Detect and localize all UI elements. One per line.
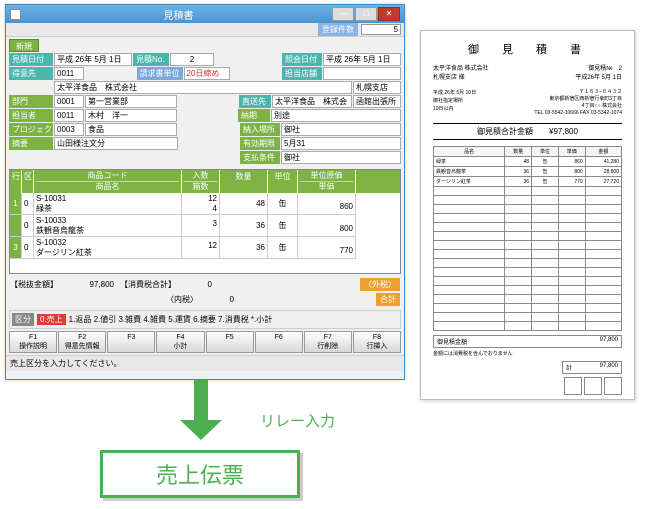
doc-stamps <box>433 377 622 395</box>
function-keys: F1操作説明 F2得意先情報 F3 F4小計 F5 F6 F7行削除 F8行挿入 <box>9 331 401 353</box>
f4-key[interactable]: F4小計 <box>156 331 204 353</box>
close-button[interactable]: ✕ <box>378 7 400 21</box>
pretax-value: 97,800 <box>64 280 114 289</box>
cust-label: 得意先 <box>9 67 53 80</box>
proj-name[interactable]: 食品 <box>85 123 177 136</box>
relay-arrow-icon <box>194 380 208 422</box>
pretax-label: 【税抜金額】 <box>10 279 58 290</box>
pay-label: 支払条件 <box>240 151 280 164</box>
cust-name[interactable]: 太平洋食品 株式会社 <box>54 81 352 94</box>
table-row[interactable]: 10S-10031緑茶12448缶860 <box>10 193 400 215</box>
table-row[interactable]: 0S-10033鉄観音烏龍茶336缶800 <box>10 215 400 237</box>
pic-label: 担当者 <box>9 109 53 122</box>
f2-key[interactable]: F2得意先情報 <box>58 331 106 353</box>
ext-tax-button[interactable]: 〈外税〉 <box>360 278 400 291</box>
tax-label: 【消費税合計】 <box>120 279 176 290</box>
deptstore-field[interactable] <box>323 67 401 80</box>
inner-value: 0 <box>204 295 234 304</box>
doc-title: 御 見 積 書 <box>433 41 622 57</box>
dept-code[interactable]: 0001 <box>54 95 84 108</box>
relay-label: リレー入力 <box>260 410 335 431</box>
sales-slip-box: 売上伝票 <box>100 450 300 498</box>
proj-code[interactable]: 0003 <box>54 123 84 136</box>
f1-key[interactable]: F1操作説明 <box>9 331 57 353</box>
inqdate-field[interactable]: 平成 26年 5月 1日 <box>323 53 401 66</box>
doc-no: 御見積№ 2 <box>575 65 622 74</box>
inqdate-label: 照会日付 <box>282 53 322 66</box>
f3-key[interactable]: F3 <box>107 331 155 353</box>
delivplace-field[interactable]: 御社 <box>281 123 401 136</box>
doc-table: 品名数量単位単価金額 緑茶48缶86041,280鉄観音烏龍茶36缶80028,… <box>433 146 622 331</box>
deptstore-label: 担当店舗 <box>282 67 322 80</box>
titlebar[interactable]: 見積書 — ☐ ✕ <box>6 5 404 23</box>
ship-label: 直送先 <box>239 95 271 108</box>
doc-to: 太平洋食品 株式会社 札幌支店 様 <box>433 65 489 83</box>
pay-field[interactable]: 御社 <box>281 151 401 164</box>
cust-branch[interactable]: 札幌支店 <box>353 81 401 94</box>
f7-key[interactable]: F7行削除 <box>304 331 352 353</box>
delivplace-label: 納入場所 <box>240 123 280 136</box>
ship-name[interactable]: 太平洋食品 株式会 <box>272 95 352 108</box>
memo-label: 摘要 <box>9 137 53 150</box>
kubun-label: 区分 <box>12 313 34 326</box>
app-icon <box>10 9 21 20</box>
table-row[interactable]: 30S-10032ダージリン紅茶1236缶770 <box>10 237 400 259</box>
f6-key[interactable]: F6 <box>255 331 303 353</box>
date-label: 見積日付 <box>9 53 53 66</box>
reg-count-value: 5 <box>361 24 401 35</box>
billunit-label: 請求書単位 <box>137 67 183 80</box>
header-form: 新規 見積日付 平成 26年 5月 1日 見積No. 2 照会日付 平成 26年… <box>6 37 404 167</box>
status-bar: 売上区分を入力してください。 <box>6 355 404 371</box>
kubun-current[interactable]: 0.売上 <box>37 314 66 325</box>
reg-count-label: 登録件数 <box>318 23 358 36</box>
valid-field[interactable]: 5月31 <box>281 137 401 150</box>
doc-note: 金額には消費税を含んでおりません <box>433 350 622 357</box>
valid-label: 有効期限 <box>240 137 280 150</box>
totals-row: 【税抜金額】 97,800 【消費税合計】 0 〈外税〉 <box>6 276 404 293</box>
doc-from: 〒１６３−０４３２ 東京都新宿区西新宿行幸町3丁目 4丁目○○ 株式会社 TEL… <box>534 89 622 117</box>
delivdate-field[interactable]: 別途 <box>271 109 401 122</box>
no-label: 見積No. <box>133 53 169 66</box>
window-title: 見積書 <box>25 7 332 22</box>
date-field[interactable]: 平成 26年 5月 1日 <box>54 53 132 66</box>
lines-grid: 行 区 商品コード商品名 入数箱数 数量 単位 単位原価単価 10S-10031… <box>9 169 401 274</box>
f8-key[interactable]: F8行挿入 <box>353 331 401 353</box>
estimate-window: 見積書 — ☐ ✕ 登録件数 5 新規 見積日付 平成 26年 5月 1日 見積… <box>5 4 405 380</box>
dept-name[interactable]: 第一営業部 <box>85 95 177 108</box>
billunit-field[interactable]: 20日締め <box>184 67 230 80</box>
doc-date: 平成26年 5月 1日 <box>575 74 622 83</box>
cust-code[interactable]: 0011 <box>54 67 84 80</box>
delivdate-label: 納期 <box>238 109 270 122</box>
relay-arrow-head-icon <box>180 420 222 440</box>
f5-key[interactable]: F5 <box>206 331 254 353</box>
proj-label: プロジェクト <box>9 123 53 136</box>
minimize-button[interactable]: — <box>332 7 354 21</box>
kubun-options: 1.返品 2.値引 3.雑費 4.雑費 5.運賃 6.摘要 7.消費税 *.小計 <box>69 314 273 325</box>
total-button[interactable]: 合計 <box>376 293 400 306</box>
doc-sum: 御見積金額97,800 <box>433 335 622 348</box>
doc-amount: 御見積合計金額 ¥97,800 <box>433 123 622 140</box>
grid-header: 行 区 商品コード商品名 入数箱数 数量 単位 単位原価単価 <box>10 170 400 193</box>
memo-field[interactable]: 山田様注文分 <box>54 137 178 150</box>
ship-branch[interactable]: 函館出張所 <box>353 95 401 108</box>
tax-value: 0 <box>182 280 212 289</box>
inner-label: 〈内税〉 <box>166 294 198 305</box>
pic-code[interactable]: 0011 <box>54 109 84 122</box>
doc-total: 計97,800 <box>562 361 622 374</box>
new-button[interactable]: 新規 <box>9 39 39 52</box>
kubun-bar: 区分 0.売上 1.返品 2.値引 3.雑費 4.雑費 5.運賃 6.摘要 7.… <box>9 310 401 329</box>
dept-label: 部門 <box>9 95 53 108</box>
preview-document: 御 見 積 書 太平洋食品 株式会社 札幌支店 様 御見積№ 2 平成26年 5… <box>420 30 635 400</box>
maximize-button[interactable]: ☐ <box>355 7 377 21</box>
no-field[interactable]: 2 <box>170 53 214 66</box>
toolbar: 登録件数 5 <box>6 23 404 37</box>
pic-name[interactable]: 木村 洋一 <box>85 109 177 122</box>
